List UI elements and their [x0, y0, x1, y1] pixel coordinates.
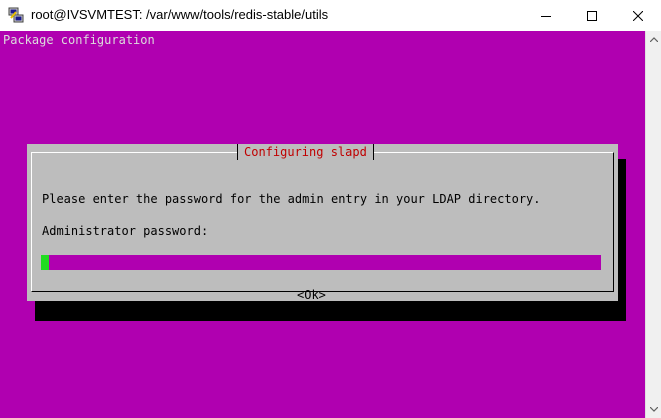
package-configuration-header: Package configuration — [3, 33, 155, 47]
text-cursor — [41, 255, 49, 270]
putty-icon[interactable] — [8, 7, 24, 23]
terminal-screen[interactable]: Package configuration Configuring slapd … — [0, 31, 645, 418]
terminal-window: root@IVSVMTEST: /var/www/tools/redis-sta… — [0, 0, 661, 418]
minimize-button[interactable] — [523, 0, 569, 31]
administrator-password-input[interactable] — [41, 255, 601, 270]
dialog-prompt: Please enter the password for the admin … — [42, 192, 541, 206]
chevron-down-icon — [650, 407, 658, 412]
title-bar[interactable]: root@IVSVMTEST: /var/www/tools/redis-sta… — [0, 0, 661, 31]
maximize-button[interactable] — [569, 0, 615, 31]
scroll-up-button[interactable] — [646, 31, 661, 48]
window-title: root@IVSVMTEST: /var/www/tools/redis-sta… — [31, 7, 329, 22]
minimize-icon — [541, 15, 551, 17]
maximize-icon — [587, 10, 597, 21]
dialog-title: Configuring slapd — [237, 144, 374, 160]
close-icon — [633, 10, 643, 21]
scroll-down-button[interactable] — [646, 401, 661, 418]
administrator-password-label: Administrator password: — [42, 224, 209, 238]
configuring-slapd-dialog: Configuring slapd Please enter the passw… — [27, 144, 618, 303]
vertical-scrollbar[interactable] — [645, 31, 661, 418]
close-button[interactable] — [615, 0, 661, 31]
chevron-up-icon — [650, 37, 658, 42]
ok-button[interactable]: <Ok> — [297, 288, 326, 303]
dialog-frame — [31, 152, 614, 292]
